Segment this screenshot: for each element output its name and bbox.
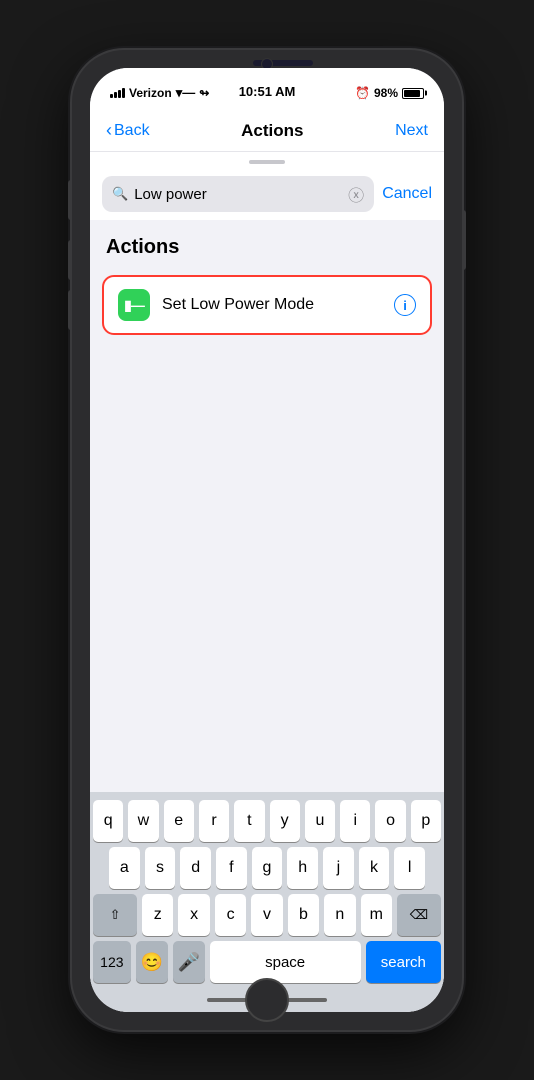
- key-h[interactable]: h: [287, 847, 318, 889]
- next-button[interactable]: Next: [395, 122, 428, 140]
- low-power-icon: ▮—: [124, 298, 144, 312]
- content-area: 🔍 ⓧ Cancel Actions ▮— Set Low Power Mode: [90, 152, 444, 1012]
- back-label[interactable]: Back: [114, 122, 150, 140]
- key-space[interactable]: space: [210, 941, 361, 983]
- home-button[interactable]: [245, 978, 289, 1022]
- actions-section: Actions: [90, 220, 444, 267]
- alarm-icon: ⏰: [355, 86, 370, 100]
- signal-bars: [110, 88, 125, 98]
- status-left: Verizon ▾— ↬: [110, 85, 209, 101]
- key-shift[interactable]: ⇧: [93, 894, 137, 936]
- key-j[interactable]: j: [323, 847, 354, 889]
- empty-area: [90, 343, 444, 792]
- key-l[interactable]: l: [394, 847, 425, 889]
- battery-fill: [404, 90, 420, 97]
- key-f[interactable]: f: [216, 847, 247, 889]
- key-y[interactable]: y: [270, 800, 300, 842]
- keyboard-row-1: q w e r t y u i o p: [93, 800, 441, 842]
- key-s[interactable]: s: [145, 847, 176, 889]
- action-icon: ▮—: [118, 289, 150, 321]
- carrier-name: Verizon: [129, 86, 172, 100]
- key-r[interactable]: r: [199, 800, 229, 842]
- key-x[interactable]: x: [178, 894, 209, 936]
- search-cancel-button[interactable]: Cancel: [382, 185, 432, 203]
- search-magnifier-icon: 🔍: [112, 186, 128, 202]
- keyboard-row-4: 123 😊 🎤 space search: [93, 941, 441, 983]
- key-w[interactable]: w: [128, 800, 158, 842]
- key-i[interactable]: i: [340, 800, 370, 842]
- key-mic[interactable]: 🎤: [173, 941, 205, 983]
- key-v[interactable]: v: [251, 894, 282, 936]
- key-z[interactable]: z: [142, 894, 173, 936]
- status-bar: Verizon ▾— ↬ 10:51 AM ⏰ 98%: [90, 68, 444, 112]
- action-info-button[interactable]: i: [394, 294, 416, 316]
- action-label: Set Low Power Mode: [162, 296, 382, 314]
- key-t[interactable]: t: [234, 800, 264, 842]
- drag-handle-bar: [249, 160, 285, 164]
- phone-screen: Verizon ▾— ↬ 10:51 AM ⏰ 98% ‹ Back Actio…: [90, 68, 444, 1012]
- key-g[interactable]: g: [252, 847, 283, 889]
- nav-bar: ‹ Back Actions Next: [90, 112, 444, 152]
- key-u[interactable]: u: [305, 800, 335, 842]
- back-chevron-icon: ‹: [106, 120, 112, 141]
- search-input-wrapper[interactable]: 🔍 ⓧ: [102, 176, 374, 212]
- wifi-icon: ▾—: [176, 85, 196, 101]
- key-n[interactable]: n: [324, 894, 355, 936]
- key-p[interactable]: p: [411, 800, 441, 842]
- key-k[interactable]: k: [359, 847, 390, 889]
- back-button[interactable]: ‹ Back: [106, 120, 150, 141]
- key-search[interactable]: search: [366, 941, 441, 983]
- phone-device: Verizon ▾— ↬ 10:51 AM ⏰ 98% ‹ Back Actio…: [72, 50, 462, 1030]
- key-e[interactable]: e: [164, 800, 194, 842]
- status-right: ⏰ 98%: [355, 86, 424, 100]
- search-clear-button[interactable]: ⓧ: [348, 182, 364, 206]
- key-o[interactable]: o: [375, 800, 405, 842]
- key-c[interactable]: c: [215, 894, 246, 936]
- key-backspace[interactable]: ⌫: [397, 894, 441, 936]
- action-list: ▮— Set Low Power Mode i: [90, 275, 444, 335]
- actions-heading: Actions: [106, 236, 428, 259]
- key-numbers[interactable]: 123: [93, 941, 131, 983]
- battery-icon: [402, 88, 424, 99]
- status-time: 10:51 AM: [239, 84, 296, 99]
- keyboard: q w e r t y u i o p a s d f g: [90, 792, 444, 992]
- key-emoji[interactable]: 😊: [136, 941, 168, 983]
- wifi-symbol: ↬: [199, 86, 209, 100]
- action-item-low-power[interactable]: ▮— Set Low Power Mode i: [102, 275, 432, 335]
- key-a[interactable]: a: [109, 847, 140, 889]
- battery-percent: 98%: [374, 86, 398, 100]
- key-q[interactable]: q: [93, 800, 123, 842]
- nav-title: Actions: [241, 121, 303, 141]
- search-container: 🔍 ⓧ Cancel: [90, 168, 444, 220]
- search-input[interactable]: [134, 186, 342, 203]
- key-b[interactable]: b: [288, 894, 319, 936]
- key-d[interactable]: d: [180, 847, 211, 889]
- drag-handle: [90, 152, 444, 168]
- key-m[interactable]: m: [361, 894, 392, 936]
- keyboard-row-2: a s d f g h j k l: [93, 847, 441, 889]
- keyboard-row-3: ⇧ z x c v b n m ⌫: [93, 894, 441, 936]
